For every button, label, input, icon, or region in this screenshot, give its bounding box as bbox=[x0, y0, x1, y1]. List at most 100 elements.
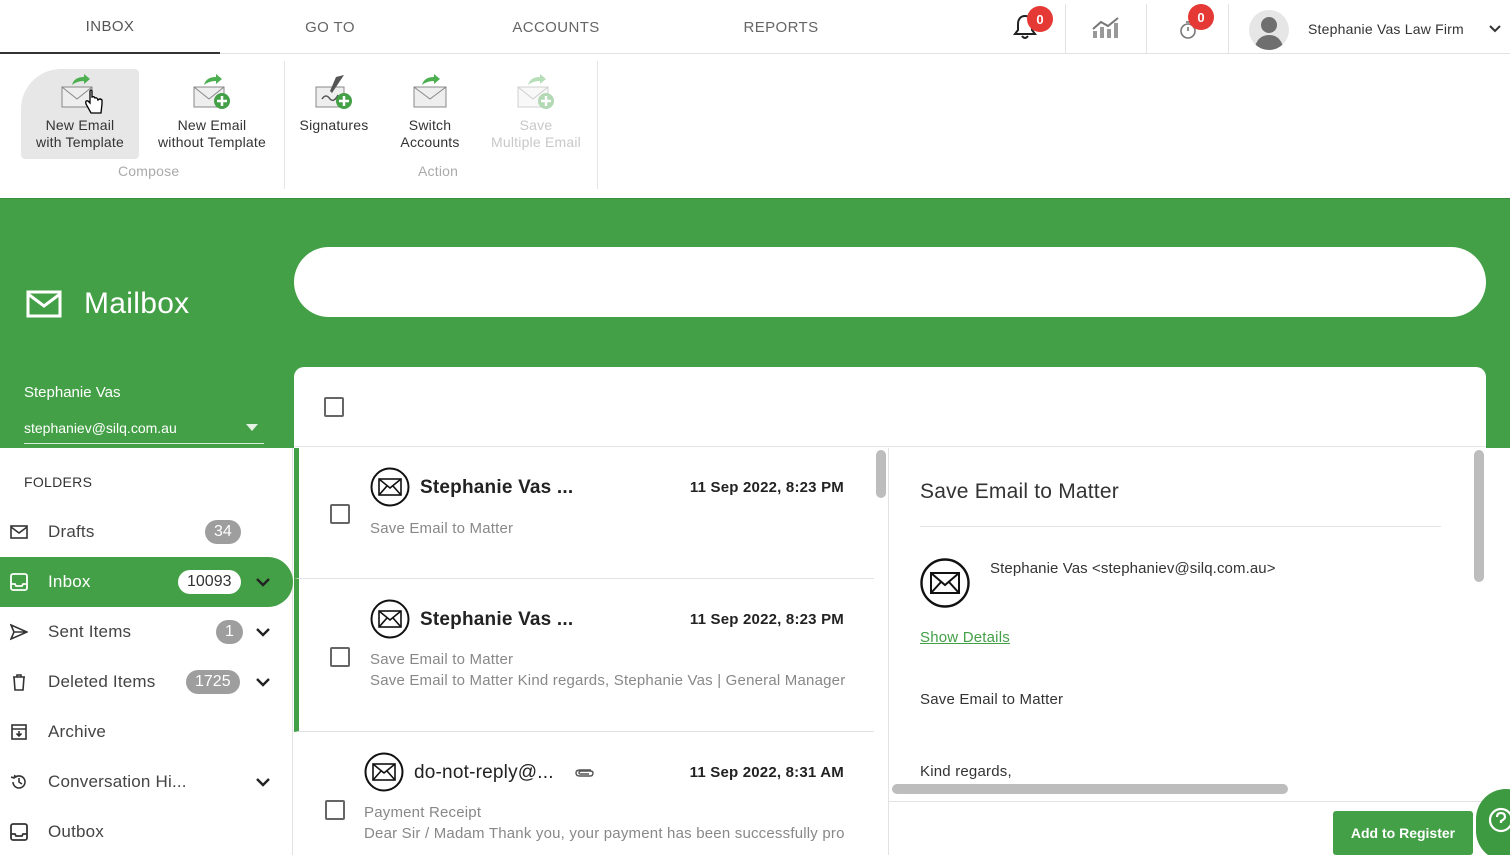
folder-sidebar: FOLDERS Drafts 34 Inbox 10093 Sent Items… bbox=[0, 448, 293, 855]
folder-count-badge: 10093 bbox=[178, 570, 241, 594]
avatar[interactable] bbox=[1249, 10, 1289, 50]
folder-label: Outbox bbox=[48, 822, 105, 841]
search-input[interactable] bbox=[344, 267, 1444, 297]
folder-deleted-items[interactable]: Deleted Items 1725 bbox=[0, 657, 293, 707]
save-multiple-email-label: Save Multiple Email bbox=[491, 117, 581, 150]
folder-count-badge: 1 bbox=[216, 620, 243, 644]
trend-chart-icon bbox=[1092, 17, 1119, 38]
account-name: Stephanie Vas bbox=[24, 384, 121, 401]
folder-count-badge: 1725 bbox=[186, 670, 240, 694]
envelope-icon bbox=[10, 525, 28, 539]
email-preview: Dear Sir / Madam Thank you, your payment… bbox=[364, 825, 844, 842]
email-row[interactable]: do-not-reply@... 11 Sep 2022, 8:31 AM Pa… bbox=[294, 732, 874, 855]
reading-pane-horizontal-scrollbar[interactable] bbox=[892, 784, 1288, 794]
account-email-select[interactable]: stephaniev@silq.com.au bbox=[24, 420, 177, 436]
select-all-checkbox[interactable] bbox=[324, 397, 344, 417]
envelope-switch-icon bbox=[413, 74, 447, 108]
new-email-without-template-label: New Email without Template bbox=[157, 117, 266, 150]
new-email-without-template-button[interactable]: New Email without Template bbox=[152, 69, 272, 159]
email-date: 11 Sep 2022, 8:31 AM bbox=[689, 764, 844, 781]
folder-label: Drafts bbox=[48, 522, 95, 541]
switch-accounts-label: Switch Accounts bbox=[400, 117, 460, 150]
new-email-with-template-button[interactable]: New Email with Template bbox=[21, 69, 139, 159]
chevron-down-icon[interactable] bbox=[255, 774, 271, 790]
inbox-tray-icon bbox=[10, 573, 28, 591]
list-toolbar bbox=[294, 367, 1486, 447]
search-bar[interactable] bbox=[294, 247, 1486, 317]
send-icon bbox=[10, 623, 28, 641]
hand-cursor-icon bbox=[85, 89, 103, 114]
email-title: Save Email to Matter bbox=[920, 480, 1119, 503]
analytics-button[interactable] bbox=[1086, 0, 1126, 54]
envelope-avatar-icon bbox=[370, 599, 410, 639]
notifications-badge: 0 bbox=[1027, 6, 1053, 32]
email-subject: Save Email to Matter bbox=[370, 651, 514, 668]
tab-accounts[interactable]: ACCOUNTS bbox=[446, 0, 666, 54]
folder-outbox[interactable]: Outbox bbox=[0, 807, 293, 855]
envelope-avatar-icon bbox=[364, 752, 404, 792]
folder-count-badge: 34 bbox=[205, 520, 241, 544]
top-navigation: INBOX GO TO ACCOUNTS REPORTS 0 0 Stephan… bbox=[0, 0, 1510, 54]
new-email-with-template-label: New Email with Template bbox=[36, 117, 124, 150]
email-row[interactable]: Stephanie Vas ... 11 Sep 2022, 8:23 PM S… bbox=[294, 448, 874, 579]
user-name[interactable]: Stephanie Vas Law Firm bbox=[1308, 0, 1464, 58]
timer-badge: 0 bbox=[1188, 4, 1214, 30]
envelope-save-icon bbox=[517, 74, 554, 109]
tab-inbox[interactable]: INBOX bbox=[0, 0, 220, 54]
archive-icon bbox=[11, 724, 27, 740]
email-row-checkbox[interactable] bbox=[325, 800, 345, 820]
email-date: 11 Sep 2022, 8:23 PM bbox=[689, 479, 844, 496]
page-title: Mailbox bbox=[84, 287, 190, 320]
email-subject: Save Email to Matter bbox=[370, 520, 514, 537]
email-sender: Stephanie Vas ... bbox=[420, 477, 574, 498]
show-details-link[interactable]: Show Details bbox=[920, 629, 1010, 646]
email-date: 11 Sep 2022, 8:23 PM bbox=[689, 611, 844, 628]
mailbox-envelope-icon bbox=[26, 290, 62, 318]
email-subject: Payment Receipt bbox=[364, 804, 482, 821]
reading-pane: Save Email to Matter Stephanie Vas <step… bbox=[889, 448, 1486, 855]
folder-label: Conversation Hi... bbox=[48, 772, 187, 791]
notifications-button[interactable]: 0 bbox=[1005, 0, 1053, 54]
folder-label: Archive bbox=[48, 722, 107, 741]
folder-drafts[interactable]: Drafts 34 bbox=[0, 507, 293, 557]
folder-sent-items[interactable]: Sent Items 1 bbox=[0, 607, 293, 657]
email-preview: Save Email to Matter Kind regards, Steph… bbox=[370, 672, 846, 689]
account-dropdown-caret-icon[interactable] bbox=[246, 424, 258, 431]
folder-inbox[interactable]: Inbox 10093 bbox=[0, 557, 293, 607]
chevron-down-icon[interactable] bbox=[255, 574, 271, 590]
folders-heading: FOLDERS bbox=[24, 474, 93, 490]
email-row[interactable]: Stephanie Vas ... 11 Sep 2022, 8:23 PM S… bbox=[294, 579, 874, 732]
chevron-down-icon[interactable] bbox=[255, 624, 271, 640]
folder-conversation-history[interactable]: Conversation Hi... bbox=[0, 757, 293, 807]
folder-archive[interactable]: Archive bbox=[0, 707, 293, 757]
chevron-down-icon[interactable] bbox=[255, 674, 271, 690]
chevron-down-icon[interactable] bbox=[1487, 20, 1503, 36]
tab-reports[interactable]: REPORTS bbox=[671, 0, 891, 54]
reading-pane-scrollbar[interactable] bbox=[1474, 450, 1484, 582]
paperclip-icon bbox=[575, 769, 594, 777]
folder-label: Inbox bbox=[48, 572, 91, 591]
email-row-checkbox[interactable] bbox=[330, 647, 350, 667]
action-group-label: Action bbox=[418, 163, 459, 179]
envelope-avatar-icon bbox=[920, 558, 970, 608]
email-sender: Stephanie Vas ... bbox=[420, 609, 574, 630]
signatures-button[interactable]: Signatures bbox=[296, 69, 372, 159]
tab-go-to[interactable]: GO TO bbox=[220, 0, 440, 54]
email-from: Stephanie Vas <stephaniev@silq.com.au> bbox=[990, 560, 1276, 577]
envelope-avatar-icon bbox=[370, 467, 410, 507]
ribbon-toolbar: New Email with Template New Email withou… bbox=[0, 55, 1510, 197]
email-list-scrollbar[interactable] bbox=[876, 450, 886, 498]
help-question-icon bbox=[1488, 807, 1510, 833]
email-list: Stephanie Vas ... 11 Sep 2022, 8:23 PM S… bbox=[294, 448, 874, 855]
outbox-icon bbox=[10, 823, 28, 841]
email-row-checkbox[interactable] bbox=[330, 504, 350, 524]
add-to-register-button[interactable]: Add to Register bbox=[1333, 811, 1473, 855]
history-icon bbox=[10, 774, 26, 789]
compose-group-label: Compose bbox=[118, 163, 180, 179]
envelope-add-icon bbox=[193, 74, 230, 109]
timer-button[interactable]: 0 bbox=[1170, 0, 1214, 54]
save-multiple-email-button[interactable]: Save Multiple Email bbox=[486, 69, 586, 159]
switch-accounts-button[interactable]: Switch Accounts bbox=[392, 69, 468, 159]
user-silhouette-icon bbox=[1254, 17, 1284, 50]
signature-pen-icon bbox=[315, 75, 352, 109]
